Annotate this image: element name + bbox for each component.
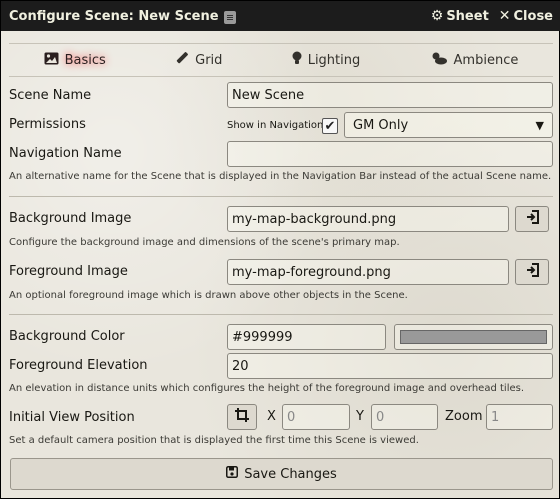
tab-lighting-label: Lighting — [307, 52, 361, 68]
scene-config-window: Configure Scene: New Scene ⚙ Sheet ✕ Clo… — [0, 0, 560, 499]
tab-bar: Basics Grid Lighting Ambience — [9, 43, 553, 77]
color-swatch — [400, 330, 547, 344]
foreground-elevation-label: Foreground Elevation — [9, 357, 148, 373]
navigation-name-label: Navigation Name — [9, 145, 122, 161]
initial-y-input[interactable]: 0 — [371, 404, 438, 430]
background-image-label: Background Image — [9, 210, 132, 226]
scene-name-input[interactable]: New Scene — [227, 82, 553, 108]
background-image-hint: Configure the background image and dimen… — [9, 237, 400, 248]
tab-lighting[interactable]: Lighting — [292, 51, 361, 69]
foreground-image-input[interactable]: my-map-foreground.png — [227, 259, 509, 285]
tab-basics[interactable]: Basics — [44, 52, 106, 69]
sheet-label: Sheet — [446, 8, 489, 24]
zoom-label: Zoom — [445, 409, 483, 424]
foreground-elevation-input[interactable]: 20 — [227, 353, 553, 379]
ruler-icon — [175, 51, 189, 69]
close-label: Close — [513, 8, 553, 24]
tab-grid[interactable]: Grid — [175, 51, 222, 69]
foreground-image-hint: An optional foreground image which is dr… — [9, 290, 408, 301]
close-button[interactable]: ✕ Close — [499, 8, 553, 24]
permission-selected: GM Only — [353, 117, 409, 133]
show-in-navigation-label: Show in Navigation — [227, 120, 324, 131]
crop-icon — [235, 408, 249, 426]
permissions-label: Permissions — [9, 116, 86, 132]
tab-ambience[interactable]: Ambience — [430, 51, 519, 69]
save-icon — [226, 466, 239, 482]
background-file-picker-button[interactable] — [515, 206, 549, 232]
scene-name-label: Scene Name — [9, 87, 92, 103]
tab-ambience-label: Ambience — [453, 52, 519, 68]
initial-zoom-input[interactable]: 1 — [486, 404, 553, 430]
window-header[interactable]: Configure Scene: New Scene ⚙ Sheet ✕ Clo… — [1, 1, 560, 31]
initial-view-hint: Set a default camera position that is di… — [9, 435, 419, 446]
permission-select[interactable]: GM Only ▼ — [344, 112, 553, 138]
file-import-icon — [526, 210, 539, 228]
lightbulb-icon — [292, 51, 302, 69]
tab-grid-label: Grid — [195, 52, 223, 68]
section-divider — [9, 314, 553, 315]
foreground-image-label: Foreground Image — [9, 263, 128, 279]
x-label: X — [267, 409, 276, 424]
tab-basics-label: Basics — [64, 52, 106, 68]
save-changes-button[interactable]: Save Changes — [10, 458, 553, 490]
chevron-down-icon: ▼ — [535, 118, 544, 132]
checkmark-icon: ✔ — [324, 118, 336, 134]
background-color-input[interactable]: #999999 — [227, 324, 386, 350]
close-icon: ✕ — [498, 8, 511, 24]
window-title: Configure Scene: New Scene — [9, 8, 219, 24]
file-import-icon — [526, 263, 539, 281]
y-label: Y — [356, 409, 364, 424]
section-divider — [9, 196, 553, 197]
window-title-wrap: Configure Scene: New Scene — [9, 9, 421, 24]
gear-icon: ⚙ — [430, 8, 444, 24]
initial-x-input[interactable]: 0 — [282, 404, 350, 430]
sheet-button[interactable]: ⚙ Sheet — [431, 8, 489, 24]
image-icon — [44, 52, 59, 69]
foreground-file-picker-button[interactable] — [515, 259, 549, 285]
initial-view-label: Initial View Position — [9, 409, 135, 425]
foreground-elevation-hint: An elevation in distance units which con… — [9, 383, 525, 394]
cloud-sun-icon — [430, 51, 448, 69]
background-color-picker[interactable] — [394, 324, 553, 350]
background-image-input[interactable]: my-map-background.png — [227, 206, 509, 232]
document-id-icon[interactable] — [223, 10, 236, 24]
capture-view-button[interactable] — [227, 404, 257, 430]
navigation-name-hint: An alternative name for the Scene that i… — [9, 171, 552, 182]
navigation-name-input[interactable] — [227, 141, 553, 167]
background-color-label: Background Color — [9, 328, 125, 344]
show-in-navigation-checkbox[interactable]: ✔ — [322, 118, 338, 134]
save-changes-label: Save Changes — [244, 466, 337, 482]
